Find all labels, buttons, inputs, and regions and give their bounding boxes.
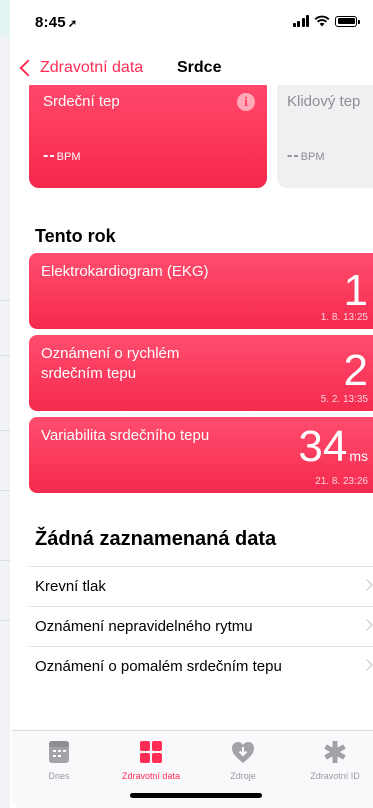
row-label: Variabilita srdečního tepu <box>41 427 210 444</box>
chevron-right-icon <box>361 579 373 591</box>
row-unit: ms <box>349 448 368 464</box>
health-data-icon <box>138 739 164 765</box>
home-indicator[interactable] <box>130 793 262 798</box>
status-bar: 8:45 ➚ <box>12 0 373 42</box>
no-data-list: Krevní tlak Oznámení nepravidelného rytm… <box>29 566 373 686</box>
background-screen-edge <box>0 0 10 808</box>
list-item-low-heart-rate[interactable]: Oznámení o pomalém srdečním tepu <box>29 646 373 686</box>
heart-rate-label: Srdeční tep <box>43 93 120 110</box>
medical-id-icon <box>322 739 348 765</box>
chevron-right-icon <box>361 659 373 671</box>
wifi-icon <box>314 15 330 27</box>
row-timestamp: 21. 8. 23:26 <box>315 476 368 487</box>
location-arrow-icon: ➚ <box>67 18 78 30</box>
back-label: Zdravotní data <box>40 59 144 76</box>
chevron-right-icon <box>361 619 373 631</box>
info-icon[interactable]: i <box>237 93 255 111</box>
list-item-label: Oznámení nepravidelného rytmu <box>35 618 253 635</box>
tab-label: Zdravotní data <box>121 771 181 781</box>
heart-rate-tile[interactable]: Srdeční tep i --BPM <box>29 85 267 188</box>
list-item-label: Krevní tlak <box>35 578 106 595</box>
battery-icon <box>335 15 360 27</box>
row-value: 34 <box>298 422 348 471</box>
navigation-bar: Zdravotní data Srdce <box>12 52 373 88</box>
section-title-no-data: Žádná zaznamenaná data <box>35 528 277 550</box>
tab-today[interactable]: Dnes <box>19 739 99 781</box>
page-title: Srdce <box>177 59 222 76</box>
status-time: 8:45 ➚ <box>35 14 78 31</box>
row-timestamp: 1. 8. 13:25 <box>320 312 368 323</box>
list-item-blood-pressure[interactable]: Krevní tlak <box>29 566 373 606</box>
heart-rate-value: -- <box>43 147 56 164</box>
tab-medical-id[interactable]: Zdravotní ID <box>295 739 373 781</box>
signal-icon <box>292 15 309 27</box>
ekg-row[interactable]: Elektrokardiogram (EKG) 1 1. 8. 13:25 <box>29 253 373 329</box>
high-heart-rate-row[interactable]: Oznámení o rychlém srdečním tepu 2 5. 2.… <box>29 335 373 411</box>
resting-heart-rate-value: -- <box>287 147 300 164</box>
row-value: 1 <box>343 266 368 315</box>
resting-heart-rate-label: Klidový tep <box>287 93 361 110</box>
sources-icon <box>230 739 256 765</box>
list-item-irregular-rhythm[interactable]: Oznámení nepravidelného rytmu <box>29 606 373 646</box>
heart-rate-unit: BPM <box>56 151 81 163</box>
list-item-label: Oznámení o pomalém srdečním tepu <box>35 658 282 675</box>
row-value: 2 <box>343 346 368 395</box>
heart-screen: 8:45 ➚ Zdravotní data Srdce Srdeční tep i… <box>12 0 373 808</box>
back-button[interactable]: Zdravotní data <box>19 59 144 77</box>
row-label: Oznámení o rychlém srdečním tepu <box>41 345 180 382</box>
tab-sources[interactable]: Zdroje <box>203 739 283 781</box>
row-timestamp: 5. 2. 13:35 <box>320 394 368 405</box>
heart-rate-variability-row[interactable]: Variabilita srdečního tepu 34 ms 21. 8. 2… <box>29 417 373 493</box>
tab-label: Dnes <box>48 771 70 781</box>
tab-health-data[interactable]: Zdravotní data <box>111 739 191 781</box>
resting-heart-rate-unit: BPM <box>300 151 325 163</box>
row-label: Elektrokardiogram (EKG) <box>41 263 209 280</box>
resting-heart-rate-tile[interactable]: Klidový tep --BPM <box>277 85 373 188</box>
today-icon <box>46 739 72 765</box>
tab-label: Zdroje <box>230 771 256 781</box>
tab-label: Zdravotní ID <box>310 771 360 781</box>
chevron-left-icon <box>19 59 37 77</box>
section-title-this-year: Tento rok <box>35 226 116 246</box>
